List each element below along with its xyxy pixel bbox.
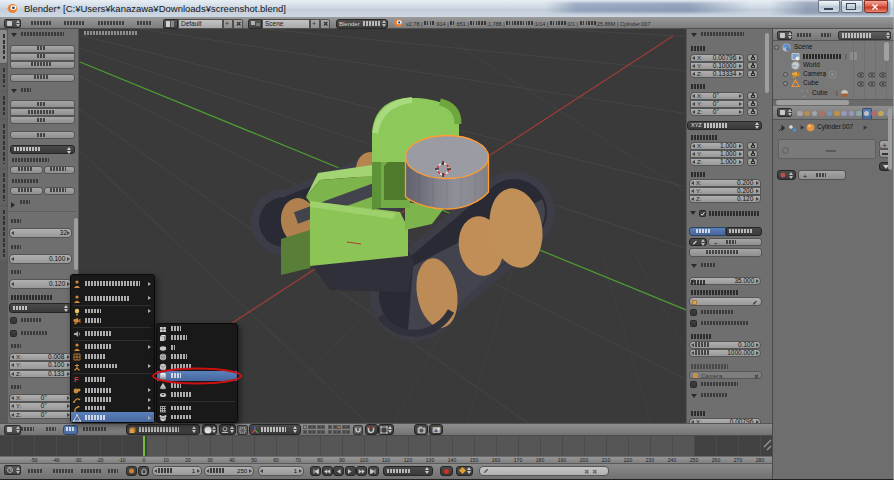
svg-text:280: 280	[756, 457, 765, 463]
svg-text:140: 140	[448, 457, 457, 463]
svg-text:260: 260	[712, 457, 721, 463]
svg-text:20: 20	[185, 457, 191, 463]
svg-text:70: 70	[295, 457, 301, 463]
svg-text:110: 110	[382, 457, 390, 463]
svg-text:160: 160	[492, 457, 501, 463]
svg-text:90: 90	[339, 457, 345, 463]
svg-text:50: 50	[251, 457, 257, 463]
svg-text:0: 0	[143, 457, 146, 463]
svg-text:170: 170	[514, 457, 523, 463]
svg-text:250: 250	[690, 457, 699, 463]
svg-text:60: 60	[273, 457, 279, 463]
svg-text:100: 100	[360, 457, 369, 463]
svg-text:-10: -10	[118, 457, 125, 463]
svg-text:210: 210	[602, 457, 611, 463]
svg-text:80: 80	[317, 457, 323, 463]
svg-text:130: 130	[426, 457, 435, 463]
svg-text:180: 180	[536, 457, 545, 463]
svg-text:-20: -20	[96, 457, 103, 463]
svg-text:-40: -40	[52, 457, 59, 463]
svg-text:150: 150	[470, 457, 479, 463]
svg-text:200: 200	[580, 457, 589, 463]
svg-text:40: 40	[229, 457, 235, 463]
svg-text:10: 10	[163, 457, 169, 463]
svg-text:-30: -30	[74, 457, 81, 463]
svg-text:120: 120	[404, 457, 413, 463]
svg-text:240: 240	[668, 457, 677, 463]
svg-text:220: 220	[624, 457, 633, 463]
svg-text:270: 270	[734, 457, 743, 463]
svg-text:-50: -50	[30, 457, 37, 463]
svg-text:30: 30	[207, 457, 213, 463]
svg-text:190: 190	[558, 457, 567, 463]
svg-text:230: 230	[646, 457, 655, 463]
